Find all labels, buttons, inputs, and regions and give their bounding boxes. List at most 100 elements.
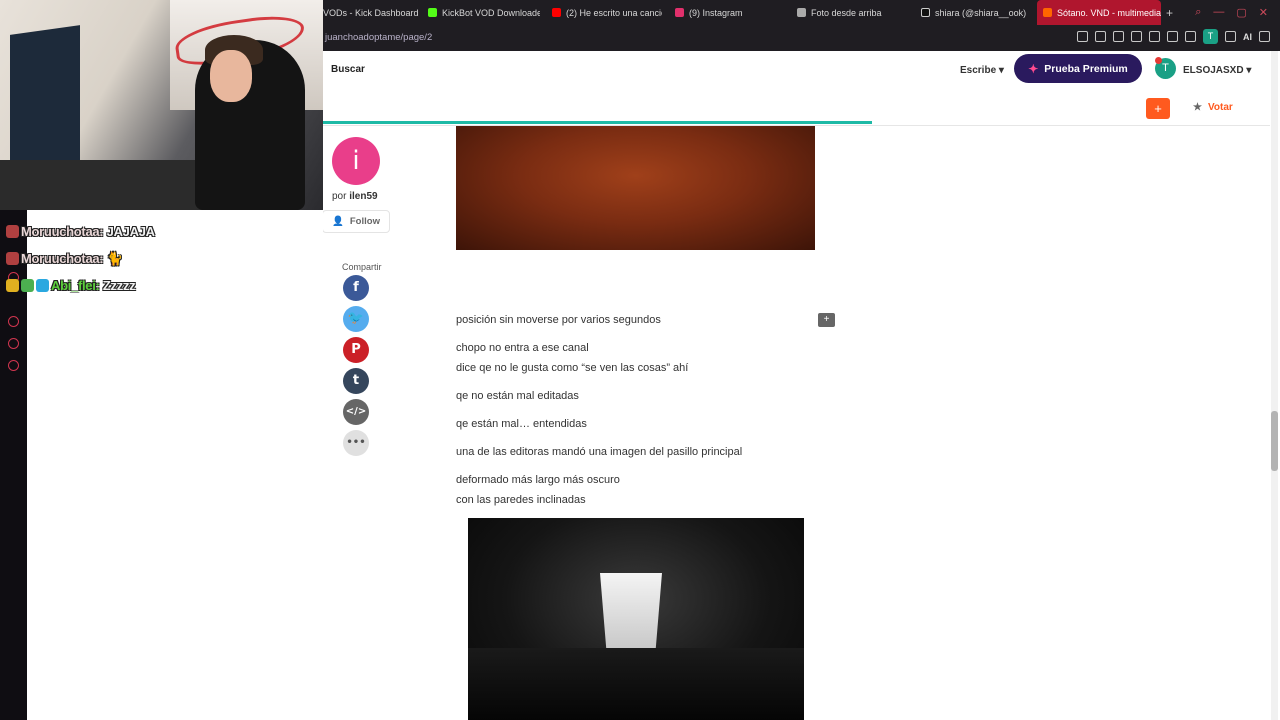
tab-label: Foto desde arriba — [811, 7, 882, 18]
story-paragraph: dice qe no le gusta como “se ven las cos… — [456, 362, 689, 374]
subscriber-badge-icon — [6, 279, 19, 292]
chat-message: Moruuchotaa: JAJAJA — [6, 224, 155, 239]
heart-icon[interactable] — [1167, 31, 1178, 42]
search-link[interactable]: Buscar — [331, 64, 365, 75]
pinterest-icon[interactable]: P — [343, 337, 369, 363]
wattpad-icon — [1043, 8, 1052, 17]
tab-tiktok[interactable]: shiara (@shiara__ook) | — [921, 0, 1026, 25]
tab-sotano-active[interactable]: Sótano. VND - multimedia — [1037, 0, 1161, 25]
user-menu[interactable]: ELSOJASXD ▾ — [1183, 65, 1251, 76]
inline-comment-icon[interactable]: + — [818, 313, 835, 327]
story-paragraph: una de las editoras mandó una imagen del… — [456, 446, 743, 458]
add-to-list-button[interactable]: + — [1146, 98, 1170, 119]
by-prefix: por — [332, 191, 347, 202]
chat-username[interactable]: Moruuchotaa: — [21, 251, 104, 266]
tab-instagram[interactable]: (9) Instagram — [675, 0, 785, 25]
webcam-desk — [0, 160, 220, 210]
tab-label: (9) Instagram — [689, 7, 743, 18]
pin-icon[interactable] — [1095, 31, 1106, 42]
tab-youtube[interactable]: (2) He escrito una canció — [552, 0, 662, 25]
screenshot-icon[interactable] — [1113, 31, 1124, 42]
vote-label: Votar — [1207, 102, 1233, 113]
premium-label: Prueba Premium — [1044, 62, 1128, 75]
write-menu[interactable]: Escribe ▾ — [960, 65, 1004, 76]
hallway-floor — [468, 648, 804, 720]
tab-label: KickBot VOD Downloade — [442, 7, 540, 18]
story-paragraph: qe no están mal editadas — [456, 390, 579, 402]
clock-icon[interactable] — [8, 316, 19, 327]
tab-kickbot[interactable]: KickBot VOD Downloade — [428, 0, 540, 25]
instagram-icon — [675, 8, 684, 17]
tab-label: shiara (@shiara__ook) | — [935, 7, 1026, 18]
chat-message: Moruuchotaa: 🐈 — [6, 251, 123, 267]
author-avatar[interactable]: i — [332, 137, 380, 185]
gift-badge-icon — [21, 279, 34, 292]
story-paragraph: deformado más largo más oscuro — [456, 474, 620, 486]
add-person-icon: 👤 — [332, 216, 344, 227]
story-paragraph: posición sin moverse por varios segundos — [456, 314, 661, 326]
write-label: Escribe — [960, 65, 997, 76]
tumblr-icon[interactable]: t — [343, 368, 369, 394]
vote-button[interactable]: ★ Votar — [1193, 102, 1233, 113]
split-view-icon[interactable] — [1077, 31, 1088, 42]
follow-label: Follow — [349, 216, 380, 227]
minimize-icon[interactable]: — — [1213, 6, 1224, 19]
story-paragraph: con las paredes inclinadas — [456, 494, 586, 506]
hallway-light — [600, 573, 662, 648]
window-controls: ⌕ — ▢ ✕ — [1195, 6, 1268, 19]
webcam-overlay — [0, 0, 323, 210]
globe-icon — [797, 8, 806, 17]
close-icon[interactable]: ✕ — [1259, 6, 1268, 19]
settings-icon[interactable] — [8, 360, 19, 371]
notification-dot — [1155, 57, 1162, 64]
follow-button[interactable]: 👤 Follow — [322, 210, 390, 233]
chat-text: JAJAJA — [106, 224, 155, 239]
tab-foto[interactable]: Foto desde arriba — [797, 0, 909, 25]
download-icon[interactable] — [1225, 31, 1236, 42]
reading-progress-bar — [323, 121, 872, 124]
toolbar-icons: T AI — [1077, 29, 1270, 44]
story-image-dark-hallway — [468, 518, 804, 720]
chat-text: 🐈 — [106, 251, 123, 266]
menu-icon[interactable] — [1259, 31, 1270, 42]
user-badge-icon — [6, 252, 19, 265]
maximize-icon[interactable]: ▢ — [1236, 6, 1246, 19]
premium-button[interactable]: ✦ Prueba Premium — [1014, 54, 1142, 83]
youtube-icon — [552, 8, 561, 17]
streamer-face — [210, 50, 252, 102]
url-field[interactable]: juanchoadoptame/page/2 — [325, 32, 432, 43]
chat-username[interactable]: Moruuchotaa: — [21, 224, 104, 239]
kickbot-icon — [428, 8, 437, 17]
sparkle-icon: ✦ — [1028, 61, 1039, 76]
tab-label: Sótano. VND - multimedia — [1057, 7, 1161, 18]
embed-icon[interactable]: </> — [343, 399, 369, 425]
story-paragraph: chopo no entra a ese canal — [456, 342, 589, 354]
tiktok-icon — [921, 8, 930, 17]
tab-kick-dashboard[interactable]: VODs - Kick Dashboard — [323, 0, 421, 25]
story-image-red-floor — [456, 126, 815, 250]
author-byline: por ilen59 — [332, 191, 378, 202]
scrollbar-thumb[interactable] — [1271, 411, 1278, 471]
shield-icon[interactable] — [1131, 31, 1142, 42]
page-scrollbar[interactable] — [1271, 51, 1278, 720]
profile-extension-icon[interactable]: T — [1203, 29, 1218, 44]
new-tab-button[interactable]: + — [1166, 0, 1178, 25]
search-tabs-icon[interactable]: ⌕ — [1195, 6, 1201, 19]
ai-icon[interactable]: AI — [1243, 32, 1252, 42]
extensions-icon[interactable] — [1185, 31, 1196, 42]
facebook-icon[interactable]: f — [343, 275, 369, 301]
chat-username[interactable]: Abi_flei: — [51, 278, 100, 293]
share-label: Compartir — [342, 262, 382, 272]
play-icon[interactable] — [1149, 31, 1160, 42]
chat-text: Zzzzz — [102, 278, 136, 293]
twitter-icon[interactable]: 🐦 — [343, 306, 369, 332]
star-icon: ★ — [1193, 102, 1202, 113]
tab-label: VODs - Kick Dashboard — [323, 7, 419, 18]
more-icon[interactable]: ••• — [343, 430, 369, 456]
tab-label: (2) He escrito una canció — [566, 7, 662, 18]
chat-icon[interactable] — [8, 338, 19, 349]
chat-message: Abi_flei: Zzzzz — [6, 278, 136, 293]
user-badge-icon — [6, 225, 19, 238]
author-name-link[interactable]: ilen59 — [349, 191, 377, 202]
username-label: ELSOJASXD — [1183, 65, 1244, 76]
